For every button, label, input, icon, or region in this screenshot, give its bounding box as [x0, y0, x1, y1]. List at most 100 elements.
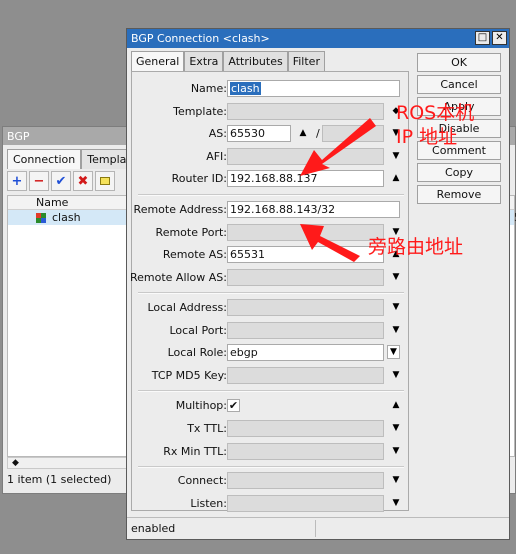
listen-row: Listen: ▼ — [132, 495, 410, 513]
as-separator: / — [316, 127, 320, 140]
multihop-label: Multihop: — [175, 399, 227, 412]
local-port-field[interactable] — [227, 322, 384, 339]
remove-icon[interactable]: − — [29, 171, 49, 191]
tcp-md5-key-dropdown-icon[interactable]: ▼ — [389, 369, 403, 381]
general-panel: Name: clash Template: ◆ AS: 65530 ▲ / ▼ … — [129, 71, 410, 513]
dialog-title: BGP Connection <clash> □ ✕ — [127, 29, 509, 48]
local-address-row: Local Address: ▼ — [132, 299, 410, 317]
tab-attributes[interactable]: Attributes — [223, 51, 288, 71]
rx-min-ttl-field[interactable] — [227, 443, 384, 460]
remove-button[interactable]: Remove — [417, 185, 501, 204]
tab-connection[interactable]: Connection — [7, 149, 82, 169]
name-label: Name: — [190, 82, 227, 95]
tab-extra[interactable]: Extra — [184, 51, 224, 71]
listen-label: Listen: — [190, 497, 227, 510]
tab-filter[interactable]: Filter — [287, 51, 325, 71]
name-row: Name: clash — [132, 80, 410, 98]
listen-dropdown-icon[interactable]: ▼ — [389, 497, 403, 509]
as-up-icon[interactable]: ▲ — [296, 127, 310, 139]
note-icon — [100, 177, 110, 185]
as-field[interactable]: 65530 — [227, 125, 291, 142]
ok-button[interactable]: OK — [417, 53, 501, 72]
as-label: AS: — [208, 127, 227, 140]
remote-port-field[interactable] — [227, 224, 384, 241]
tx-ttl-row: Tx TTL: ▼ — [132, 420, 410, 438]
tcp-md5-key-label: TCP MD5 Key: — [151, 369, 227, 382]
local-role-label: Local Role: — [167, 346, 227, 359]
multihop-row: Multihop: ✔ ▲ — [132, 397, 410, 415]
name-value: clash — [230, 82, 261, 95]
column-name-header[interactable]: Name — [36, 196, 68, 209]
remote-allow-as-row: Remote Allow AS: ▼ — [129, 269, 410, 287]
listen-field[interactable] — [227, 495, 384, 512]
template-label: Template: — [173, 105, 227, 118]
remote-allow-as-field[interactable] — [227, 269, 384, 286]
close-button[interactable]: ✕ — [492, 31, 507, 45]
bgp-toolbar: + − ✔ ✖ — [7, 171, 115, 193]
remote-allow-as-dropdown-icon[interactable]: ▼ — [389, 271, 403, 283]
connect-row: Connect: ▼ — [132, 472, 410, 490]
remote-allow-as-label: Remote Allow AS: — [129, 271, 227, 284]
dialog-status-bar: enabled — [127, 517, 509, 539]
router-id-label: Router ID: — [171, 172, 227, 185]
connect-label: Connect: — [177, 474, 227, 487]
router-id-field[interactable]: 192.168.88.137 — [227, 170, 384, 187]
title-buttons: □ ✕ — [475, 31, 507, 45]
template-field[interactable] — [227, 103, 384, 120]
tx-ttl-field[interactable] — [227, 420, 384, 437]
remote-as-field[interactable]: 65531 — [227, 246, 384, 263]
local-role-select-icon[interactable]: ▼ — [387, 345, 400, 359]
horizontal-scrollbar[interactable]: ◆ — [7, 457, 135, 469]
as-row: AS: 65530 ▲ / ▼ — [132, 125, 410, 143]
multihop-collapse-icon[interactable]: ▲ — [389, 399, 403, 411]
cancel-button[interactable]: Cancel — [417, 75, 501, 94]
template-row: Template: ◆ — [132, 103, 410, 121]
rx-min-ttl-label: Rx Min TTL: — [163, 445, 227, 458]
as-secondary-field[interactable] — [322, 125, 384, 142]
row-name-cell: clash — [52, 211, 81, 224]
add-icon[interactable]: + — [7, 171, 27, 191]
dialog-title-text: BGP Connection <clash> — [131, 32, 270, 45]
annotation-ros-ip-line2: IP 地址 — [396, 126, 458, 148]
local-port-dropdown-icon[interactable]: ▼ — [389, 324, 403, 336]
disable-icon[interactable]: ✖ — [73, 171, 93, 191]
connect-field[interactable] — [227, 472, 384, 489]
remote-address-label: Remote Address: — [133, 203, 227, 216]
separator — [138, 194, 404, 196]
afi-field[interactable] — [227, 148, 384, 165]
afi-dropdown-icon[interactable]: ▼ — [389, 150, 403, 162]
router-id-row: Router ID: 192.168.88.137 ▲ — [132, 170, 410, 188]
separator — [138, 466, 404, 468]
maximize-button[interactable]: □ — [475, 31, 490, 45]
annotation-bypass-router: 旁路由地址 — [368, 236, 464, 258]
connect-dropdown-icon[interactable]: ▼ — [389, 474, 403, 486]
local-port-label: Local Port: — [169, 324, 227, 337]
remote-as-label: Remote AS: — [162, 248, 227, 261]
afi-row: AFI: ▼ — [132, 148, 410, 166]
name-field[interactable]: clash — [227, 80, 400, 97]
local-address-field[interactable] — [227, 299, 384, 316]
local-role-field[interactable]: ebgp — [227, 344, 384, 361]
status-divider — [315, 520, 316, 537]
local-address-dropdown-icon[interactable]: ▼ — [389, 301, 403, 313]
scroll-left-icon[interactable]: ◆ — [12, 458, 19, 468]
remote-address-field[interactable]: 192.168.88.143/32 — [227, 201, 400, 218]
enable-icon[interactable]: ✔ — [51, 171, 71, 191]
copy-button[interactable]: Copy — [417, 163, 501, 182]
local-port-row: Local Port: ▼ — [132, 322, 410, 340]
router-id-up-icon[interactable]: ▲ — [389, 172, 403, 184]
remote-port-label: Remote Port: — [155, 226, 227, 239]
local-address-label: Local Address: — [147, 301, 227, 314]
separator — [138, 292, 404, 294]
bgp-status-bar: 1 item (1 selected) — [7, 473, 112, 486]
bgp-connection-icon — [36, 213, 46, 223]
tcp-md5-key-row: TCP MD5 Key: ▼ — [132, 367, 410, 385]
tcp-md5-key-field[interactable] — [227, 367, 384, 384]
separator — [138, 390, 404, 392]
comment-icon[interactable] — [95, 171, 115, 191]
tx-ttl-dropdown-icon[interactable]: ▼ — [389, 422, 403, 434]
multihop-checkbox[interactable]: ✔ — [227, 399, 240, 412]
rx-min-ttl-dropdown-icon[interactable]: ▼ — [389, 445, 403, 457]
tx-ttl-label: Tx TTL: — [187, 422, 227, 435]
tab-general[interactable]: General — [131, 51, 185, 71]
